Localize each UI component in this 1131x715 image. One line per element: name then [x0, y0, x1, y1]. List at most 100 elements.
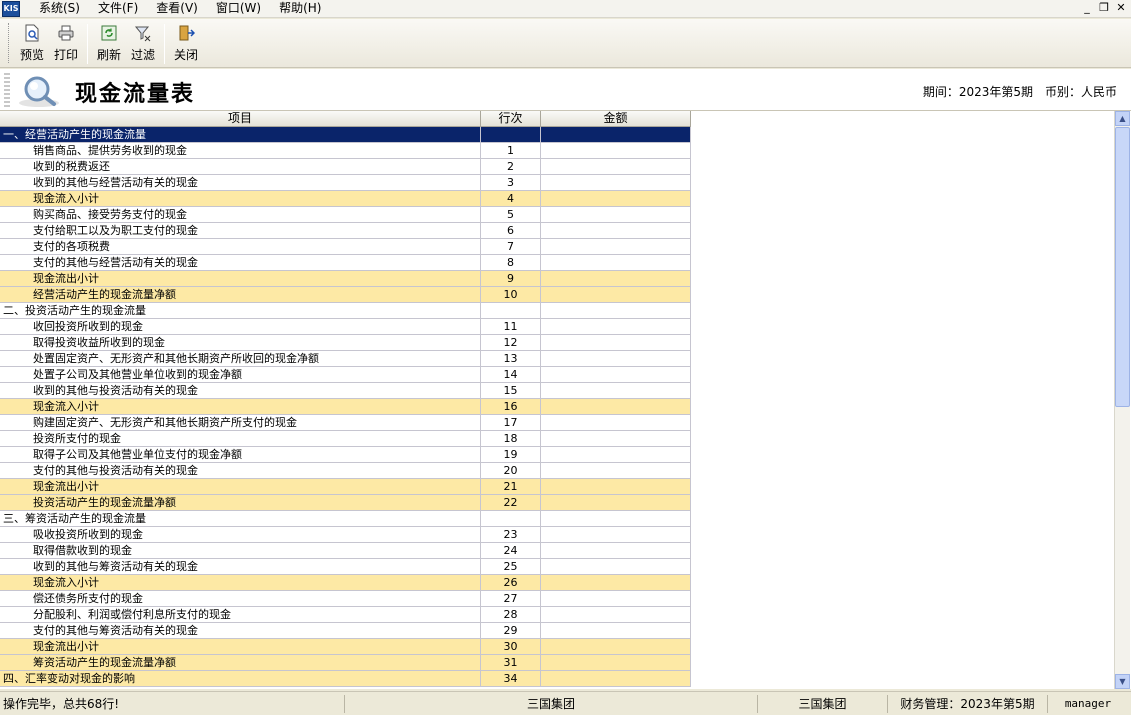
row-line-number-cell[interactable]: 10	[481, 287, 541, 302]
row-line-number-cell[interactable]: 18	[481, 431, 541, 446]
scroll-down-icon[interactable]: ▼	[1115, 674, 1130, 689]
minimize-icon[interactable]: _	[1081, 1, 1093, 15]
table-row[interactable]: 现金流入小计 26	[0, 575, 691, 591]
table-row[interactable]: 取得借款收到的现金 24	[0, 543, 691, 559]
row-line-number-cell[interactable]: 21	[481, 479, 541, 494]
row-item-cell[interactable]: 收到的其他与投资活动有关的现金	[0, 383, 481, 398]
row-line-number-cell[interactable]: 25	[481, 559, 541, 574]
scroll-up-icon[interactable]: ▲	[1115, 111, 1130, 126]
column-header-line[interactable]: 行次	[481, 111, 541, 127]
table-row[interactable]: 收到的其他与筹资活动有关的现金 25	[0, 559, 691, 575]
row-amount-cell[interactable]	[541, 271, 691, 286]
row-amount-cell[interactable]	[541, 383, 691, 398]
table-row[interactable]: 现金流出小计 9	[0, 271, 691, 287]
table-row[interactable]: 偿还债务所支付的现金 27	[0, 591, 691, 607]
row-item-cell[interactable]: 现金流入小计	[0, 399, 481, 414]
table-row[interactable]: 投资活动产生的现金流量净额 22	[0, 495, 691, 511]
row-item-cell[interactable]: 支付的其他与经营活动有关的现金	[0, 255, 481, 270]
table-row[interactable]: 现金流入小计 16	[0, 399, 691, 415]
row-amount-cell[interactable]	[541, 463, 691, 478]
table-row[interactable]: 经营活动产生的现金流量净额 10	[0, 287, 691, 303]
row-amount-cell[interactable]	[541, 127, 691, 142]
row-line-number-cell[interactable]: 31	[481, 655, 541, 670]
table-row[interactable]: 收回投资所收到的现金 11	[0, 319, 691, 335]
row-item-cell[interactable]: 收到的其他与经营活动有关的现金	[0, 175, 481, 190]
close-icon[interactable]: ✕	[1115, 1, 1127, 15]
print-button[interactable]: 打印	[49, 21, 83, 66]
row-line-number-cell[interactable]: 2	[481, 159, 541, 174]
table-row[interactable]: 四、汇率变动对现金的影响 34	[0, 671, 691, 687]
row-item-cell[interactable]: 现金流出小计	[0, 479, 481, 494]
menu-system[interactable]: 系统(S)	[30, 0, 89, 18]
row-item-cell[interactable]: 经营活动产生的现金流量净额	[0, 287, 481, 302]
row-line-number-cell[interactable]: 5	[481, 207, 541, 222]
row-item-cell[interactable]: 购买商品、接受劳务支付的现金	[0, 207, 481, 222]
row-item-cell[interactable]: 收到的其他与筹资活动有关的现金	[0, 559, 481, 574]
row-item-cell[interactable]: 处置子公司及其他营业单位收到的现金净额	[0, 367, 481, 382]
row-line-number-cell[interactable]: 28	[481, 607, 541, 622]
row-amount-cell[interactable]	[541, 447, 691, 462]
table-row[interactable]: 支付给职工以及为职工支付的现金 6	[0, 223, 691, 239]
vertical-scrollbar[interactable]: ▲ ▼	[1114, 111, 1130, 689]
row-line-number-cell[interactable]	[481, 511, 541, 526]
row-line-number-cell[interactable]: 29	[481, 623, 541, 638]
row-amount-cell[interactable]	[541, 399, 691, 414]
row-amount-cell[interactable]	[541, 543, 691, 558]
row-item-cell[interactable]: 支付的各项税费	[0, 239, 481, 254]
row-amount-cell[interactable]	[541, 287, 691, 302]
column-header-item[interactable]: 项目	[0, 111, 481, 127]
row-amount-cell[interactable]	[541, 175, 691, 190]
close-button[interactable]: 关闭	[169, 21, 203, 66]
table-row[interactable]: 销售商品、提供劳务收到的现金 1	[0, 143, 691, 159]
row-amount-cell[interactable]	[541, 367, 691, 382]
row-line-number-cell[interactable]: 3	[481, 175, 541, 190]
table-row[interactable]: 收到的其他与投资活动有关的现金 15	[0, 383, 691, 399]
table-row[interactable]: 现金流入小计 4	[0, 191, 691, 207]
row-line-number-cell[interactable]: 27	[481, 591, 541, 606]
row-line-number-cell[interactable]	[481, 303, 541, 318]
row-item-cell[interactable]: 投资活动产生的现金流量净额	[0, 495, 481, 510]
row-line-number-cell[interactable]: 6	[481, 223, 541, 238]
table-row[interactable]: 一、经营活动产生的现金流量	[0, 127, 691, 143]
table-row[interactable]: 现金流出小计 21	[0, 479, 691, 495]
table-row[interactable]: 分配股利、利润或偿付利息所支付的现金 28	[0, 607, 691, 623]
row-amount-cell[interactable]	[541, 159, 691, 174]
row-line-number-cell[interactable]: 30	[481, 639, 541, 654]
scrollbar-thumb[interactable]	[1115, 127, 1130, 407]
row-item-cell[interactable]: 现金流出小计	[0, 271, 481, 286]
row-item-cell[interactable]: 支付的其他与投资活动有关的现金	[0, 463, 481, 478]
row-amount-cell[interactable]	[541, 623, 691, 638]
row-amount-cell[interactable]	[541, 671, 691, 686]
restore-icon[interactable]: ❐	[1098, 1, 1110, 15]
table-row[interactable]: 支付的其他与经营活动有关的现金 8	[0, 255, 691, 271]
row-line-number-cell[interactable]: 1	[481, 143, 541, 158]
row-amount-cell[interactable]	[541, 143, 691, 158]
row-item-cell[interactable]: 吸收投资所收到的现金	[0, 527, 481, 542]
row-amount-cell[interactable]	[541, 479, 691, 494]
row-item-cell[interactable]: 三、筹资活动产生的现金流量	[0, 511, 481, 526]
row-item-cell[interactable]: 一、经营活动产生的现金流量	[0, 127, 481, 142]
row-amount-cell[interactable]	[541, 255, 691, 270]
preview-button[interactable]: 预览	[15, 21, 49, 66]
row-item-cell[interactable]: 支付的其他与筹资活动有关的现金	[0, 623, 481, 638]
row-line-number-cell[interactable]: 24	[481, 543, 541, 558]
column-header-amount[interactable]: 金额	[541, 111, 691, 127]
row-item-cell[interactable]: 四、汇率变动对现金的影响	[0, 671, 481, 686]
menu-view[interactable]: 查看(V)	[147, 0, 207, 18]
row-line-number-cell[interactable]: 7	[481, 239, 541, 254]
row-line-number-cell[interactable]: 15	[481, 383, 541, 398]
row-item-cell[interactable]: 处置固定资产、无形资产和其他长期资产所收回的现金净额	[0, 351, 481, 366]
row-line-number-cell[interactable]: 16	[481, 399, 541, 414]
row-amount-cell[interactable]	[541, 431, 691, 446]
table-row[interactable]: 取得子公司及其他营业单位支付的现金净额 19	[0, 447, 691, 463]
row-item-cell[interactable]: 分配股利、利润或偿付利息所支付的现金	[0, 607, 481, 622]
row-amount-cell[interactable]	[541, 415, 691, 430]
table-row[interactable]: 处置固定资产、无形资产和其他长期资产所收回的现金净额 13	[0, 351, 691, 367]
row-amount-cell[interactable]	[541, 239, 691, 254]
row-item-cell[interactable]: 购建固定资产、无形资产和其他长期资产所支付的现金	[0, 415, 481, 430]
row-line-number-cell[interactable]: 34	[481, 671, 541, 686]
row-amount-cell[interactable]	[541, 575, 691, 590]
row-item-cell[interactable]: 现金流入小计	[0, 191, 481, 206]
row-amount-cell[interactable]	[541, 303, 691, 318]
row-line-number-cell[interactable]: 11	[481, 319, 541, 334]
